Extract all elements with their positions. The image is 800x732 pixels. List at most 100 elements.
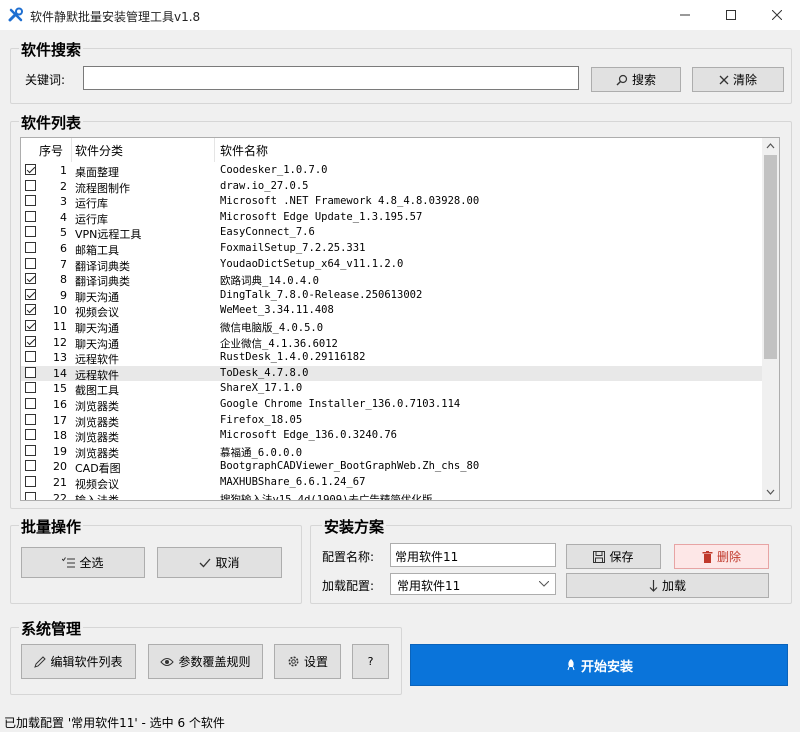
table-row[interactable]: 12 聊天沟通 企业微信_4.1.36.6012: [21, 335, 763, 351]
select-all-button[interactable]: 全选: [21, 547, 145, 578]
param-override-rules-button[interactable]: 参数覆盖规则: [148, 644, 263, 679]
row-number: 3: [60, 195, 67, 209]
row-checkbox[interactable]: [25, 398, 36, 409]
table-row[interactable]: 4 运行库 Microsoft Edge Update_1.3.195.57: [21, 210, 763, 226]
scroll-up-icon[interactable]: [762, 138, 779, 154]
help-icon: ?: [367, 655, 374, 668]
close-icon: [772, 10, 782, 20]
maximize-icon: [726, 10, 736, 20]
row-category: 翻译词典类: [75, 259, 130, 273]
row-checkbox[interactable]: [25, 476, 36, 487]
table-row[interactable]: 20 CAD看图 BootgraphCADViewer_BootGraphWeb.Z…: [21, 459, 763, 475]
row-checkbox[interactable]: [25, 351, 36, 363]
row-checkbox[interactable]: [25, 195, 36, 207]
table-row[interactable]: 18 浏览器类 Microsoft Edge_136.0.3240.76: [21, 428, 763, 444]
search-group-title: 软件搜索: [19, 39, 84, 60]
config-name-input[interactable]: 常用软件11: [390, 543, 556, 567]
row-checkbox[interactable]: [25, 242, 36, 253]
vertical-scrollbar[interactable]: [762, 138, 779, 500]
table-row[interactable]: 22 输入法类 搜狗输入法v15.4d(1909)去广告精简优化版: [21, 491, 763, 500]
table-row[interactable]: 8 翻译词典类 欧路词典_14.0.4.0: [21, 272, 763, 288]
start-install-button[interactable]: 开始安装: [410, 644, 788, 686]
row-number: 17: [53, 413, 67, 427]
table-row[interactable]: 7 翻译词典类 YoudaoDictSetup_x64_v11.1.2.0: [21, 257, 763, 273]
row-category: 流程图制作: [75, 181, 130, 195]
table-row[interactable]: 21 视频会议 MAXHUBShare_6.6.1.24_67: [21, 475, 763, 491]
row-checkbox[interactable]: [25, 491, 36, 500]
load-config-select[interactable]: 常用软件11: [390, 573, 556, 595]
row-name: FoxmailSetup_7.2.25.331: [220, 242, 366, 254]
row-category: 浏览器类: [75, 400, 119, 413]
header-no[interactable]: 序号: [39, 142, 63, 159]
scroll-down-icon[interactable]: [762, 484, 779, 500]
save-config-button[interactable]: 保存: [566, 544, 661, 569]
row-number: 5: [60, 226, 67, 240]
row-checkbox[interactable]: [25, 164, 36, 175]
row-name: ShareX_17.1.0: [220, 382, 303, 395]
deselect-label: 取消: [215, 556, 240, 570]
row-checkbox[interactable]: [25, 460, 36, 472]
keyword-input[interactable]: [83, 66, 579, 90]
table-row[interactable]: 19 浏览器类 慕福通_6.0.0.0: [21, 444, 763, 460]
delete-config-label: 删除: [716, 550, 741, 564]
row-checkbox[interactable]: [25, 257, 36, 269]
table-row[interactable]: 11 聊天沟通 微信电脑版_4.0.5.0: [21, 319, 763, 335]
deselect-button[interactable]: 取消: [157, 547, 282, 578]
row-checkbox[interactable]: [25, 210, 36, 222]
row-number: 19: [53, 444, 67, 458]
row-number: 20: [53, 460, 67, 474]
row-number: 6: [60, 242, 67, 255]
table-row[interactable]: 1 桌面整理 Coodesker_1.0.7.0: [21, 163, 763, 179]
row-checkbox[interactable]: [25, 335, 36, 347]
table-row[interactable]: 16 浏览器类 Google Chrome Installer_136.0.7103…: [21, 397, 763, 413]
chevron-down-icon: [539, 581, 549, 587]
status-text: 已加载配置 '常用软件11' - 选中 6 个软件: [4, 716, 225, 730]
row-checkbox[interactable]: [25, 429, 36, 441]
close-window-button[interactable]: [754, 0, 800, 30]
table-row[interactable]: 6 邮箱工具 FoxmailSetup_7.2.25.331: [21, 241, 763, 257]
row-checkbox[interactable]: [25, 444, 36, 456]
header-name[interactable]: 软件名称: [220, 142, 268, 159]
row-checkbox[interactable]: [25, 288, 36, 300]
table-row[interactable]: 9 聊天沟通 DingTalk_7.8.0-Release.250613002: [21, 288, 763, 304]
row-checkbox[interactable]: [25, 304, 36, 316]
row-checkbox[interactable]: [25, 320, 36, 331]
delete-config-button[interactable]: 删除: [674, 544, 769, 569]
scrollbar-thumb[interactable]: [764, 155, 777, 359]
row-category: 浏览器类: [75, 415, 119, 429]
tools-icon: [8, 7, 23, 22]
help-button[interactable]: ?: [352, 644, 389, 679]
row-name: EasyConnect_7.6: [220, 226, 315, 239]
table-row[interactable]: 3 运行库 Microsoft .NET Framework 4.8_4.8.039…: [21, 194, 763, 210]
row-checkbox[interactable]: [25, 382, 36, 394]
row-category: 浏览器类: [75, 431, 119, 445]
row-name: Microsoft .NET Framework 4.8_4.8.03928.0…: [220, 195, 480, 208]
clear-icon: [719, 75, 729, 84]
row-checkbox[interactable]: [25, 179, 36, 191]
table-row[interactable]: 15 截图工具 ShareX_17.1.0: [21, 381, 763, 397]
row-name: ToDesk_4.7.8.0: [220, 366, 309, 379]
load-config-button[interactable]: 加载: [566, 573, 769, 598]
settings-button[interactable]: 设置: [274, 644, 341, 679]
minimize-button[interactable]: [662, 0, 708, 30]
save-icon: [593, 550, 606, 563]
table-row[interactable]: 17 浏览器类 Firefox_18.05: [21, 413, 763, 429]
row-number: 18: [53, 429, 67, 443]
row-checkbox[interactable]: [25, 273, 36, 285]
maximize-button[interactable]: [708, 0, 754, 30]
table-row[interactable]: 5 VPN远程工具 EasyConnect_7.6: [21, 225, 763, 241]
header-category[interactable]: 软件分类: [75, 142, 123, 159]
table-row[interactable]: 13 远程软件 RustDesk_1.4.0.29116182: [21, 350, 763, 366]
start-install-label: 开始安装: [580, 659, 633, 675]
table-row[interactable]: 2 流程图制作 draw.io_27.0.5: [21, 179, 763, 195]
clear-button[interactable]: 清除: [692, 67, 784, 92]
row-checkbox[interactable]: [25, 226, 36, 238]
row-number: 10: [53, 304, 67, 318]
table-row[interactable]: 14 远程软件 ToDesk_4.7.8.0: [21, 365, 763, 382]
row-checkbox[interactable]: [25, 413, 36, 425]
table-row[interactable]: 10 视频会议 WeMeet_3.34.11.408: [21, 303, 763, 319]
row-checkbox[interactable]: [25, 366, 36, 378]
row-number: 14: [53, 366, 67, 380]
edit-software-list-button[interactable]: 编辑软件列表: [21, 644, 136, 679]
search-button[interactable]: 搜索: [591, 67, 681, 92]
